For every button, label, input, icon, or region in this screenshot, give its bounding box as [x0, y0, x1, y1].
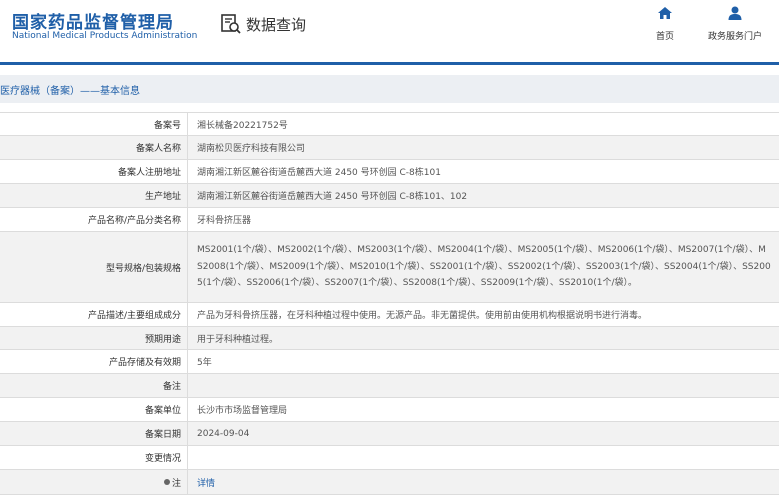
table-row: 生产地址 湖南湘江新区麓谷街道岳麓西大道 2450 号环创园 C-8栋101、1… [0, 184, 779, 208]
table-row: 备案人注册地址 湖南湘江新区麓谷街道岳麓西大道 2450 号环创园 C-8栋10… [0, 160, 779, 184]
table-row: 备案号 湘长械备20221752号 [0, 113, 779, 136]
row-value: 长沙市市场监督管理局 [197, 406, 288, 416]
row-value: 湖南湘江新区麓谷街道岳麓西大道 2450 号环创园 C-8栋101 [197, 168, 441, 178]
row-label: 预期用途 [0, 327, 188, 349]
row-label: 变更情况 [0, 446, 188, 469]
site-header: 国家药品监督管理局 National Medical Products Admi… [0, 0, 779, 62]
row-label: 备案人注册地址 [0, 160, 188, 183]
row-value: 湖南湘江新区麓谷街道岳麓西大道 2450 号环创园 C-8栋101、102 [197, 192, 468, 202]
breadcrumb: 医疗器械（备案）——基本信息 [0, 86, 140, 97]
row-value: 湖南松贝医疗科技有限公司 [197, 144, 306, 154]
row-value: 产品为牙科骨挤压器，在牙科种植过程中使用。无源产品。非无菌提供。使用前由使用机构… [197, 311, 648, 321]
row-label: 产品描述/主要组成成分 [0, 303, 188, 326]
nav-service-label: 政务服务门户 [707, 32, 762, 42]
table-row: 产品存储及有效期 5年 [0, 350, 779, 374]
row-value [188, 446, 779, 469]
row-label: 备案日期 [0, 422, 188, 445]
row-value: MS2001(1个/袋）、MS2002(1个/袋）、MS2003(1个/袋）、M… [197, 245, 771, 289]
user-icon [728, 6, 742, 20]
logo-subtitle: National Medical Products Administration [12, 31, 198, 41]
table-row: 备案日期 2024-09-04 [0, 422, 779, 446]
nav-home-label: 首页 [655, 32, 674, 42]
row-label: 产品名称/产品分类名称 [0, 208, 188, 231]
row-value: 用于牙科种植过程。 [197, 334, 279, 345]
row-label: 备案单位 [0, 398, 188, 421]
row-label: 注 [0, 470, 188, 494]
nav-home[interactable]: 首页 [630, 6, 700, 43]
table-row: 变更情况 [0, 446, 779, 470]
query-title-text: 数据查询 [246, 15, 307, 34]
note-label-text: 注 [171, 478, 181, 489]
record-table: 备案号 湘长械备20221752号 备案人名称 湖南松贝医疗科技有限公司 备案人… [0, 112, 779, 495]
table-row: 注 详情 [0, 470, 779, 495]
header-divider [0, 62, 779, 65]
details-link[interactable]: 详情 [197, 476, 215, 489]
bullet-icon [163, 479, 170, 485]
data-query-title: 数据查询 [220, 12, 306, 36]
row-label: 备案号 [0, 113, 188, 135]
row-value [188, 374, 779, 397]
table-row: 备案单位 长沙市市场监督管理局 [0, 398, 779, 422]
row-label: 备注 [0, 374, 188, 397]
logo-title: 国家药品监督管理局 [12, 13, 174, 33]
row-value: 牙科骨挤压器 [197, 216, 252, 226]
table-row: 备案人名称 湖南松贝医疗科技有限公司 [0, 136, 779, 160]
row-label: 产品存储及有效期 [0, 350, 188, 373]
table-row: 产品名称/产品分类名称 牙科骨挤压器 [0, 208, 779, 232]
row-label: 备案人名称 [0, 136, 188, 159]
row-value: 湘长械备20221752号 [197, 120, 288, 131]
row-value: 详情 [188, 470, 779, 494]
row-label: 型号规格/包装规格 [0, 232, 188, 302]
table-row: 产品描述/主要组成成分 产品为牙科骨挤压器，在牙科种植过程中使用。无源产品。非无… [0, 303, 779, 327]
nav-service-portal[interactable]: 政务服务门户 [700, 6, 770, 43]
table-row: 备注 [0, 374, 779, 398]
table-row: 型号规格/包装规格 MS2001(1个/袋）、MS2002(1个/袋）、MS20… [0, 232, 779, 303]
table-row: 预期用途 用于牙科种植过程。 [0, 327, 779, 350]
row-value: 5年 [197, 358, 212, 368]
home-icon [658, 7, 672, 19]
row-value: 2024-09-04 [197, 428, 250, 439]
row-label: 生产地址 [0, 184, 188, 207]
document-search-icon [221, 14, 241, 34]
